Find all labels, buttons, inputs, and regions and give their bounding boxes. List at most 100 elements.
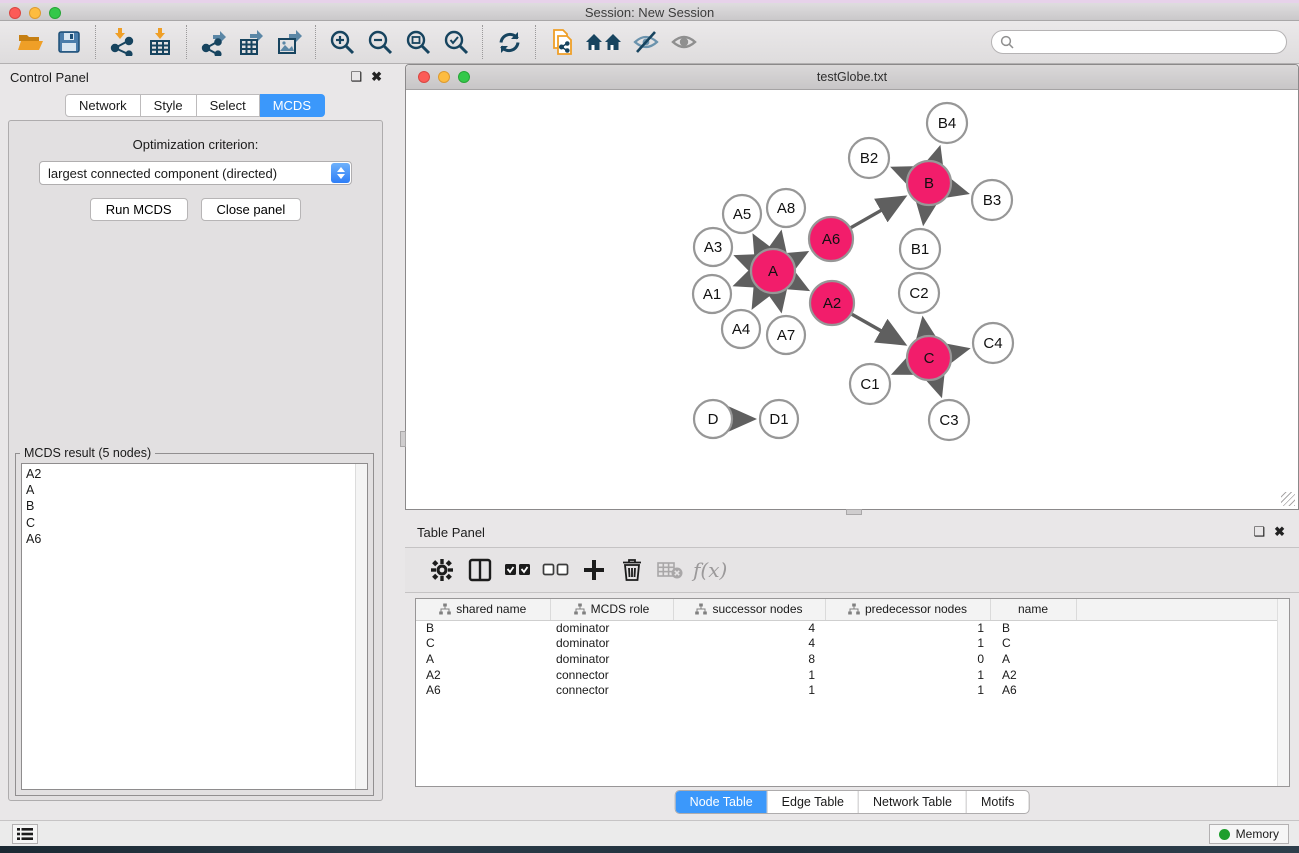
- table-cell[interactable]: A2: [416, 667, 550, 683]
- select-all-columns-icon[interactable]: [501, 553, 535, 587]
- table-cell[interactable]: connector: [550, 682, 673, 698]
- float-table-panel-icon[interactable]: ❑: [1253, 524, 1265, 540]
- table-cell[interactable]: dominator: [550, 620, 673, 636]
- hide-selected-icon[interactable]: [630, 26, 662, 58]
- search-field[interactable]: [991, 30, 1287, 54]
- table-cell[interactable]: 8: [673, 651, 825, 667]
- tab-network-table[interactable]: Network Table: [858, 791, 966, 813]
- table-cell[interactable]: 1: [825, 636, 990, 652]
- graph-node-label: B: [924, 175, 934, 192]
- tab-network[interactable]: Network: [65, 94, 141, 117]
- tab-select[interactable]: Select: [197, 94, 260, 117]
- duplicate-network-icon[interactable]: [546, 26, 578, 58]
- mcds-result-groupbox: MCDS result (5 nodes) A2ABCA6: [15, 453, 374, 796]
- float-panel-icon[interactable]: ❑: [350, 69, 362, 85]
- create-column-icon[interactable]: [577, 553, 611, 587]
- column-type-icon: [848, 603, 860, 615]
- column-header-shared-name[interactable]: shared name: [416, 599, 550, 620]
- network-window-titlebar: testGlobe.txt: [406, 65, 1298, 90]
- column-header-name[interactable]: name: [990, 599, 1076, 620]
- save-session-icon[interactable]: [53, 26, 85, 58]
- mcds-list-scrollbar[interactable]: [355, 464, 367, 789]
- table-settings-icon[interactable]: [425, 553, 459, 587]
- table-row[interactable]: A2connector11A2: [416, 667, 1289, 683]
- graph-edge-A2-C[interactable]: [849, 313, 903, 343]
- table-row[interactable]: Bdominator41B: [416, 620, 1289, 636]
- table-cell[interactable]: C: [990, 636, 1076, 652]
- zoom-fit-icon[interactable]: [402, 26, 434, 58]
- table-cell[interactable]: B: [990, 620, 1076, 636]
- table-cell[interactable]: 4: [673, 620, 825, 636]
- mcds-result-list[interactable]: A2ABCA6: [21, 463, 368, 790]
- window-title: Session: New Session: [0, 5, 1299, 20]
- show-all-icon[interactable]: [668, 26, 700, 58]
- splitter-handle-left[interactable]: [400, 431, 406, 447]
- export-image-icon[interactable]: [273, 26, 305, 58]
- close-table-panel-icon[interactable]: ✖: [1274, 524, 1285, 540]
- graph-edge-A6-B[interactable]: [848, 198, 903, 229]
- table-cell[interactable]: A: [416, 651, 550, 667]
- table-cell[interactable]: A2: [990, 667, 1076, 683]
- export-table-icon[interactable]: [235, 26, 267, 58]
- zoom-out-icon[interactable]: [364, 26, 396, 58]
- column-header-successor-nodes[interactable]: successor nodes: [673, 599, 825, 620]
- import-network-icon[interactable]: [106, 26, 138, 58]
- tab-mcds[interactable]: MCDS: [260, 94, 325, 117]
- refresh-icon[interactable]: [493, 26, 525, 58]
- column-header-MCDS-role[interactable]: MCDS role: [550, 599, 673, 620]
- table-row[interactable]: Cdominator41C: [416, 636, 1289, 652]
- tab-node-table[interactable]: Node Table: [676, 791, 767, 813]
- graph-node-label: D1: [769, 411, 788, 428]
- table-cell[interactable]: 1: [825, 667, 990, 683]
- delete-table-icon[interactable]: [653, 553, 687, 587]
- table-cell[interactable]: C: [416, 636, 550, 652]
- column-header-predecessor-nodes[interactable]: predecessor nodes: [825, 599, 990, 620]
- criterion-dropdown[interactable]: largest connected component (directed): [39, 161, 352, 185]
- graph-node-label: C3: [939, 412, 958, 429]
- mcds-result-item[interactable]: C: [26, 515, 367, 531]
- table-row[interactable]: A6connector11A6: [416, 682, 1289, 698]
- close-panel-icon[interactable]: ✖: [371, 69, 382, 85]
- table-cell[interactable]: connector: [550, 667, 673, 683]
- tab-edge-table[interactable]: Edge Table: [767, 791, 858, 813]
- zoom-selected-icon[interactable]: [440, 26, 472, 58]
- table-cell[interactable]: A6: [990, 682, 1076, 698]
- open-session-icon[interactable]: [15, 26, 47, 58]
- export-network-icon[interactable]: [197, 26, 229, 58]
- import-table-icon[interactable]: [144, 26, 176, 58]
- table-scrollbar[interactable]: [1277, 599, 1289, 786]
- network-canvas[interactable]: B4B2BB3A5A8A6A3B1AA1C2A2A4A7C4CC1DD1C3: [407, 90, 1297, 508]
- graph-node-label: B3: [983, 192, 1001, 209]
- table-cell[interactable]: B: [416, 620, 550, 636]
- table-row[interactable]: Adominator80A: [416, 651, 1289, 667]
- function-builder-icon[interactable]: f(x): [689, 558, 727, 582]
- table-cell[interactable]: 1: [825, 620, 990, 636]
- splitter-handle-bottom[interactable]: [846, 509, 862, 515]
- tab-style[interactable]: Style: [141, 94, 197, 117]
- table-cell[interactable]: dominator: [550, 636, 673, 652]
- mcds-result-item[interactable]: B: [26, 498, 367, 514]
- unselect-all-columns-icon[interactable]: [539, 553, 573, 587]
- table-cell[interactable]: A6: [416, 682, 550, 698]
- tab-motifs[interactable]: Motifs: [966, 791, 1028, 813]
- delete-columns-icon[interactable]: [615, 553, 649, 587]
- task-history-button[interactable]: [12, 824, 38, 844]
- resize-grip[interactable]: [1281, 492, 1295, 506]
- table-cell[interactable]: 1: [825, 682, 990, 698]
- search-input[interactable]: [1019, 35, 1278, 49]
- table-cell[interactable]: dominator: [550, 651, 673, 667]
- memory-button[interactable]: Memory: [1209, 824, 1289, 844]
- mcds-result-item[interactable]: A: [26, 482, 367, 498]
- mcds-result-item[interactable]: A2: [26, 466, 367, 482]
- table-cell[interactable]: 0: [825, 651, 990, 667]
- table-cell[interactable]: 1: [673, 682, 825, 698]
- table-cell[interactable]: 4: [673, 636, 825, 652]
- zoom-in-icon[interactable]: [326, 26, 358, 58]
- first-neighbors-icon[interactable]: [584, 26, 624, 58]
- close-panel-button[interactable]: Close panel: [201, 198, 302, 221]
- run-mcds-button[interactable]: Run MCDS: [90, 198, 188, 221]
- table-cell[interactable]: 1: [673, 667, 825, 683]
- table-cell[interactable]: A: [990, 651, 1076, 667]
- mcds-result-item[interactable]: A6: [26, 531, 367, 547]
- split-view-icon[interactable]: [463, 553, 497, 587]
